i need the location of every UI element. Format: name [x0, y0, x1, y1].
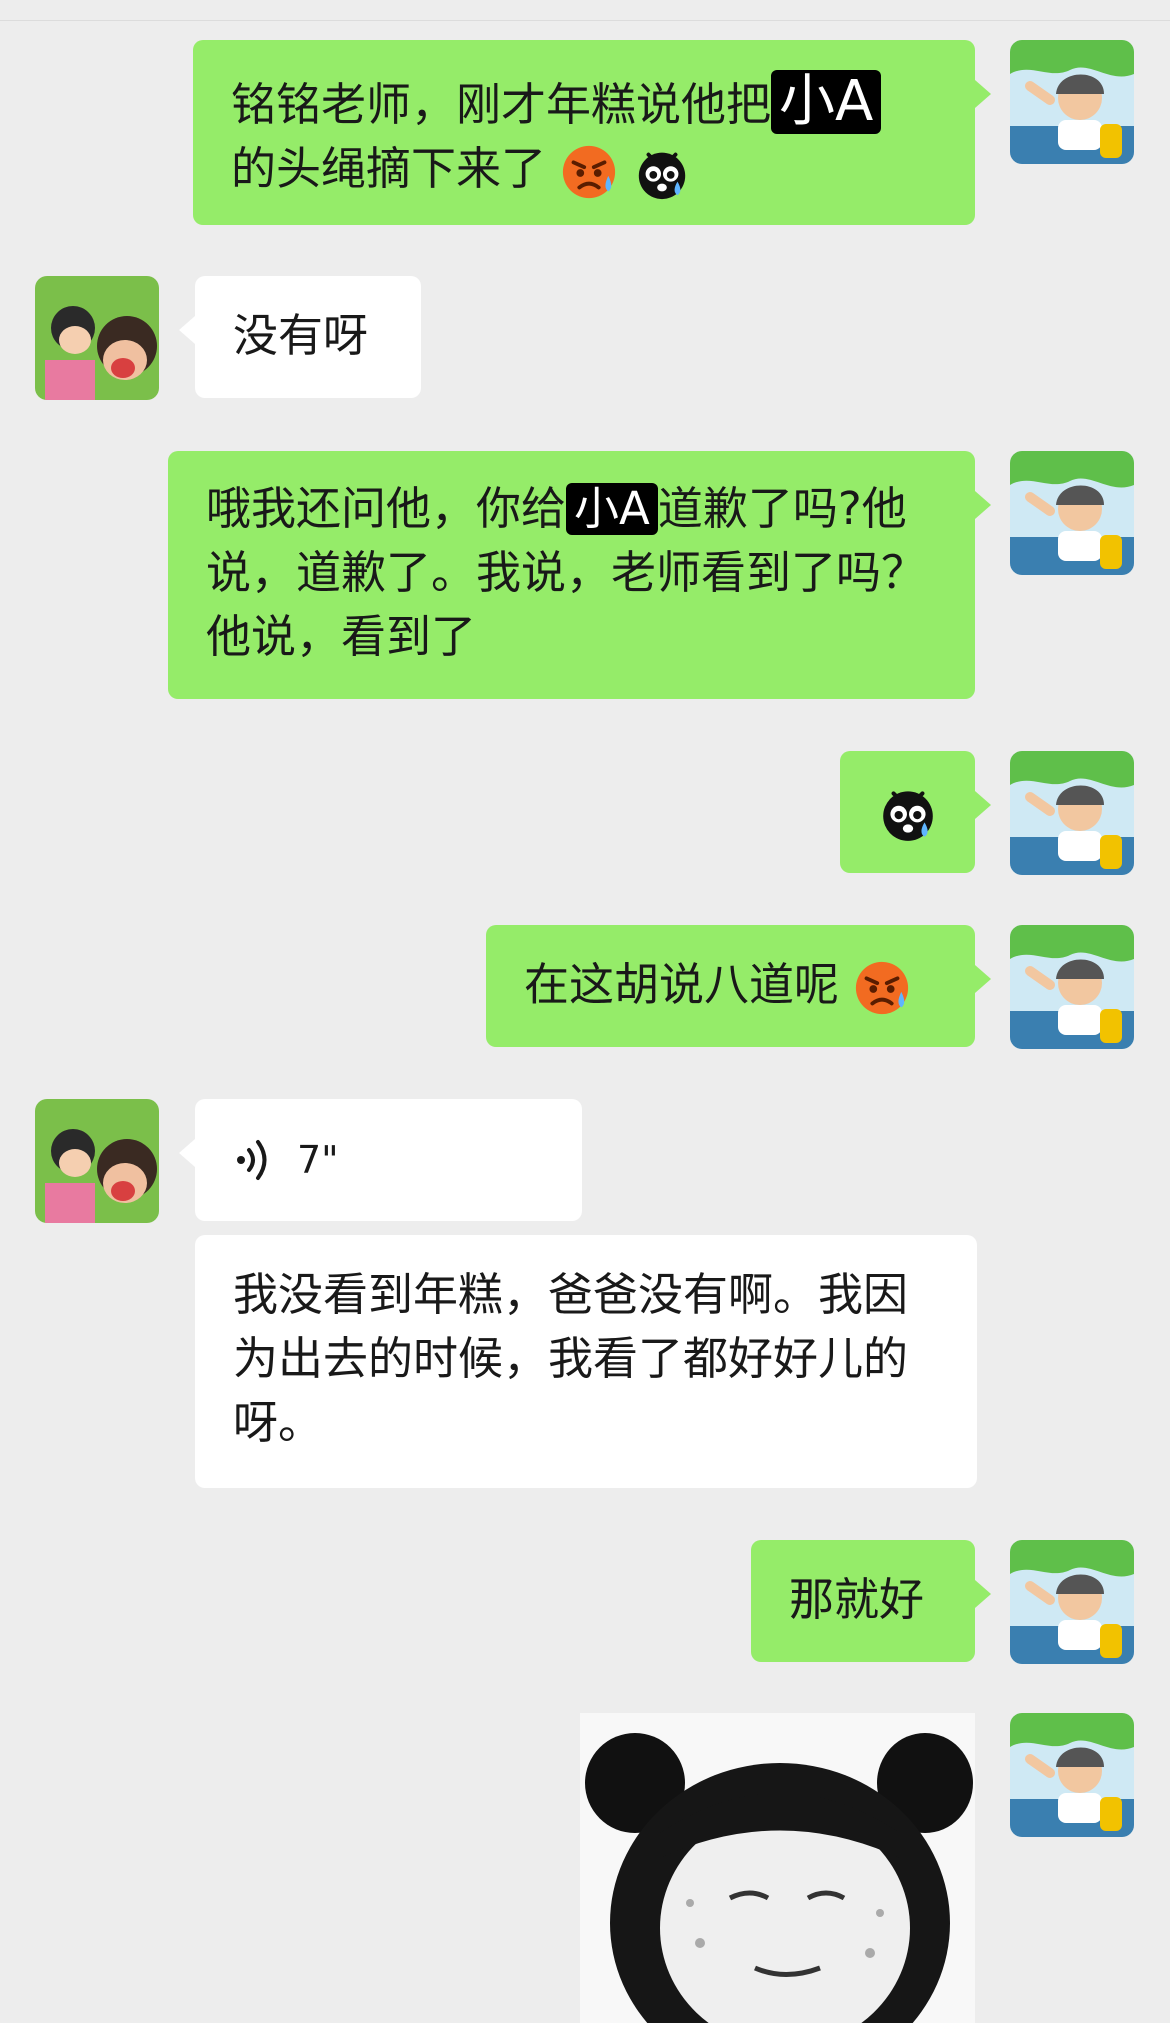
- message-text: 我没看到年糕，爸爸没有啊。我因为出去的时候，我看了都好好儿的呀。: [233, 1268, 909, 1449]
- message-text: 铭铭老师，刚才年糕说他把: [231, 78, 772, 131]
- avatar-self[interactable]: [1010, 1540, 1134, 1664]
- top-divider: [0, 0, 1170, 21]
- avatar-self[interactable]: [1010, 1713, 1134, 1837]
- panda-meme-sticker[interactable]: [580, 1713, 975, 2023]
- message-bubble-outgoing[interactable]: 那就好: [751, 1540, 991, 1662]
- angry-sweat-emoji-icon: [560, 143, 618, 201]
- message-text: 在这胡说八道呢: [524, 958, 840, 1011]
- message-text: 的头绳摘下来了: [231, 142, 547, 195]
- avatar-contact[interactable]: [35, 1099, 159, 1223]
- avatar-self[interactable]: [1010, 751, 1134, 875]
- angry-sweat-emoji-icon: [853, 959, 911, 1017]
- message-bubble-incoming[interactable]: 没有呀: [179, 276, 421, 398]
- message-bubble-incoming[interactable]: 我没看到年糕，爸爸没有啊。我因为出去的时候，我看了都好好儿的呀。: [195, 1235, 977, 1488]
- message-bubble-outgoing[interactable]: 在这胡说八道呢: [486, 925, 991, 1047]
- crying-bug-emoji-icon: [877, 781, 939, 843]
- panda-face-icon: [580, 1713, 975, 2023]
- message-bubble-outgoing[interactable]: [840, 751, 991, 873]
- message-bubble-outgoing[interactable]: 铭铭老师，刚才年糕说他把 小A 的头绳摘下来了: [193, 40, 991, 225]
- avatar-self[interactable]: [1010, 451, 1134, 575]
- message-text: 哦我还问他，你给: [206, 482, 567, 535]
- voice-duration: 7": [297, 1138, 339, 1182]
- message-text: 没有呀: [233, 309, 369, 362]
- avatar-self[interactable]: [1010, 40, 1134, 164]
- voice-wave-icon: [237, 1140, 267, 1180]
- message-text: 那就好: [789, 1573, 925, 1626]
- avatar-self[interactable]: [1010, 925, 1134, 1049]
- avatar-contact[interactable]: [35, 276, 159, 400]
- message-bubble-outgoing[interactable]: 哦我还问他，你给 小A 道歉了吗?他说，道歉了。我说，老师看到了吗？他说，看到了: [168, 451, 991, 699]
- redacted-name-tag: 小A: [566, 483, 658, 535]
- voice-message-bubble[interactable]: 7": [179, 1099, 582, 1221]
- redacted-name-tag: 小A: [771, 69, 882, 135]
- crying-bug-emoji-icon: [633, 143, 691, 201]
